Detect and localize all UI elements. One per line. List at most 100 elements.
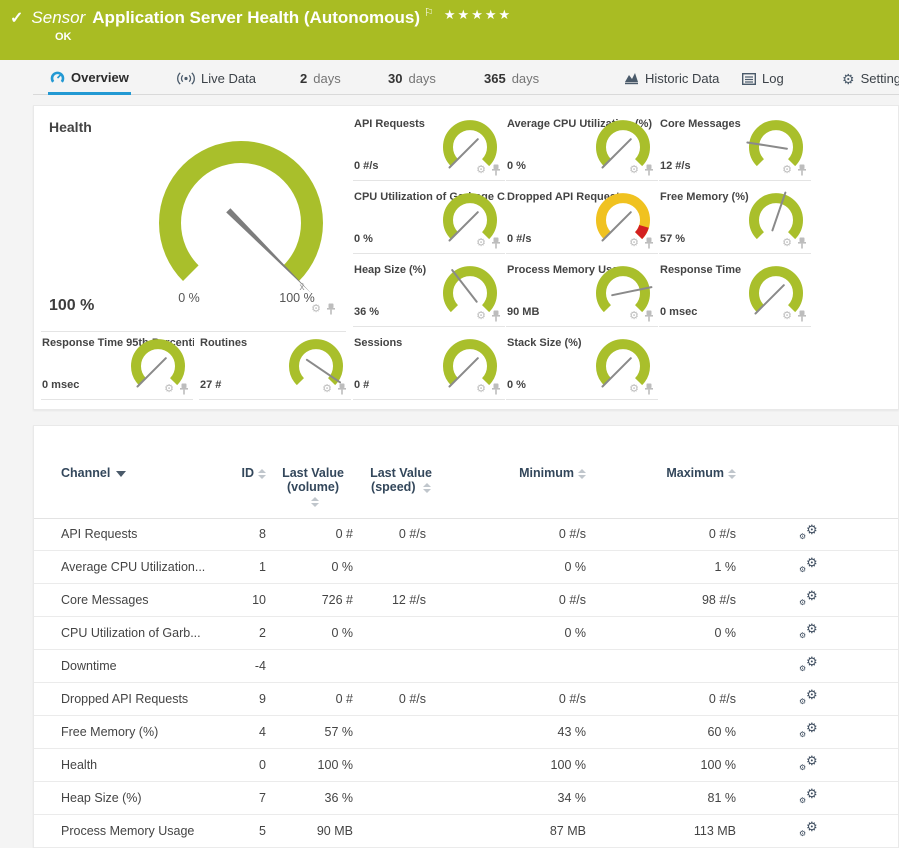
tab-log[interactable]: Log	[740, 62, 786, 95]
health-gauge-min-label: 0 %	[169, 291, 209, 305]
channel-settings-gears-icon[interactable]: ⚙⚙	[792, 520, 832, 549]
pin-icon[interactable]	[797, 310, 807, 322]
channel-settings-gears-icon[interactable]: ⚙⚙	[792, 619, 832, 648]
pin-icon[interactable]	[179, 383, 189, 395]
gauge-tile[interactable]: Stack Size (%) 0 % ⚙	[506, 332, 658, 400]
cell-channel[interactable]: Heap Size (%)	[61, 782, 231, 815]
cell-channel[interactable]: API Requests	[61, 518, 231, 551]
pin-icon[interactable]	[644, 310, 654, 322]
gauge-tools: ⚙	[629, 310, 654, 322]
column-header-minimum[interactable]: Minimum	[486, 466, 586, 480]
tab-word: days	[408, 71, 435, 86]
historic-chart-icon	[624, 72, 639, 85]
cell-channel[interactable]: Core Messages	[61, 584, 231, 617]
tab-settings[interactable]: ⚙Settings	[840, 62, 899, 95]
pin-icon[interactable]	[491, 383, 501, 395]
pin-icon[interactable]	[337, 383, 347, 395]
gauge-tile[interactable]: Response Time 95th Percentile 0 msec ⚙	[41, 332, 193, 400]
cell-min: 0 #/s	[486, 683, 586, 716]
gauge-tile[interactable]: Process Memory Usage 90 MB ⚙	[506, 259, 658, 327]
channel-settings-gears-icon[interactable]: ⚙⚙	[792, 817, 832, 846]
cell-max: 81 %	[636, 782, 736, 815]
tab-live-data[interactable]: Live Data	[175, 62, 258, 95]
cell-volume: 36 %	[273, 782, 353, 815]
column-header-last-value-speed[interactable]: Last Value(speed)	[359, 466, 443, 494]
channel-settings-gears-icon[interactable]: ⚙⚙	[792, 685, 832, 714]
gauge-settings-gear-icon[interactable]: ⚙	[629, 165, 639, 176]
tab-historic-data[interactable]: Historic Data	[622, 62, 721, 95]
channel-settings-gears-icon[interactable]: ⚙⚙	[792, 751, 832, 780]
pin-icon[interactable]	[326, 303, 336, 315]
gauge-tile[interactable]: Response Time 0 msec ⚙	[659, 259, 811, 327]
gauge-tile[interactable]: Dropped API Requests 0 #/s ⚙	[506, 186, 658, 254]
gauge-settings-gear-icon[interactable]: ⚙	[476, 311, 486, 322]
gauge-settings-gear-icon[interactable]: ⚙	[629, 384, 639, 395]
tab-30-days[interactable]: 30days	[386, 62, 438, 95]
cell-speed	[346, 650, 426, 683]
flag-icon[interactable]: ⚐	[424, 6, 434, 19]
cell-channel[interactable]: Health	[61, 749, 231, 782]
gauge-tile[interactable]: CPU Utilization of Garbage C... 0 % ⚙	[353, 186, 505, 254]
gauge-tile[interactable]: Sessions 0 # ⚙	[353, 332, 505, 400]
sort-icon[interactable]	[311, 497, 319, 507]
gauge-tile[interactable]: Average CPU Utilization (%) 0 % ⚙	[506, 113, 658, 181]
pin-icon[interactable]	[491, 164, 501, 176]
table-row: Core Messages10726 #12 #/s0 #/s98 #/s⚙⚙	[34, 584, 898, 617]
channel-settings-gears-icon[interactable]: ⚙⚙	[792, 784, 832, 813]
channel-settings-gears-icon[interactable]: ⚙⚙	[792, 652, 832, 681]
gauge-tools: ⚙	[476, 310, 501, 322]
gauge-settings-gear-icon[interactable]: ⚙	[476, 384, 486, 395]
cell-channel[interactable]: Free Memory (%)	[61, 716, 231, 749]
cell-channel[interactable]: Dropped API Requests	[61, 683, 231, 716]
gauge-label: Heap Size (%)	[354, 264, 426, 276]
cell-channel[interactable]: Downtime	[61, 650, 231, 683]
gauge-settings-gear-icon[interactable]: ⚙	[782, 165, 792, 176]
cell-speed: 12 #/s	[346, 584, 426, 617]
tab-overview[interactable]: Overview	[48, 62, 131, 95]
cell-channel[interactable]: Process Memory Usage	[61, 815, 231, 848]
gauge-tile[interactable]: Core Messages 12 #/s ⚙	[659, 113, 811, 181]
gauge-settings-gear-icon[interactable]: ⚙	[311, 304, 321, 315]
table-row: API Requests80 #0 #/s0 #/s0 #/s⚙⚙	[34, 518, 898, 551]
priority-stars[interactable]: ★★★★★	[444, 7, 512, 23]
gauge-tile[interactable]: API Requests 0 #/s ⚙	[353, 113, 505, 181]
gauge-settings-gear-icon[interactable]: ⚙	[782, 311, 792, 322]
gauge-value: 0 msec	[660, 306, 697, 318]
column-header-channel[interactable]: Channel	[61, 466, 126, 480]
cell-id: -4	[211, 650, 266, 683]
cell-channel[interactable]: CPU Utilization of Garb...	[61, 617, 231, 650]
gauge-settings-gear-icon[interactable]: ⚙	[629, 311, 639, 322]
pin-icon[interactable]	[491, 310, 501, 322]
tab-2-days[interactable]: 2days	[298, 62, 343, 95]
gauge-tile[interactable]: Routines 27 # ⚙	[199, 332, 351, 400]
gauge-settings-gear-icon[interactable]: ⚙	[476, 238, 486, 249]
tab-365-days[interactable]: 365days	[482, 62, 541, 95]
cell-channel[interactable]: Average CPU Utilization...	[61, 551, 231, 584]
column-header-last-value-volume[interactable]: Last Value(volume)	[271, 466, 355, 508]
pin-icon[interactable]	[644, 383, 654, 395]
gauge-settings-gear-icon[interactable]: ⚙	[629, 238, 639, 249]
gauge-settings-gear-icon[interactable]: ⚙	[782, 238, 792, 249]
channel-settings-gears-icon[interactable]: ⚙⚙	[792, 553, 832, 582]
pin-icon[interactable]	[491, 237, 501, 249]
cell-max	[636, 650, 736, 683]
pin-icon[interactable]	[644, 164, 654, 176]
sort-icon[interactable]	[578, 469, 586, 479]
channel-settings-gears-icon[interactable]: ⚙⚙	[792, 718, 832, 747]
gauge-tile[interactable]: Heap Size (%) 36 % ⚙	[353, 259, 505, 327]
health-gauge-tile[interactable]: Health x̄ 0 % 100 % 100 % ⚙	[41, 113, 346, 332]
gauge-tile[interactable]: Free Memory (%) 57 % ⚙	[659, 186, 811, 254]
gauge-settings-gear-icon[interactable]: ⚙	[476, 165, 486, 176]
column-header-maximum[interactable]: Maximum	[636, 466, 736, 480]
pin-icon[interactable]	[797, 237, 807, 249]
sort-icon[interactable]	[258, 469, 266, 479]
pin-icon[interactable]	[644, 237, 654, 249]
channel-settings-gears-icon[interactable]: ⚙⚙	[792, 586, 832, 615]
sort-icon[interactable]	[728, 469, 736, 479]
gauge-settings-gear-icon[interactable]: ⚙	[164, 384, 174, 395]
gauge-settings-gear-icon[interactable]: ⚙	[322, 384, 332, 395]
gauge-value: 57 %	[660, 233, 685, 245]
column-header-id[interactable]: ID	[211, 466, 266, 480]
sort-icon[interactable]	[423, 483, 431, 493]
pin-icon[interactable]	[797, 164, 807, 176]
